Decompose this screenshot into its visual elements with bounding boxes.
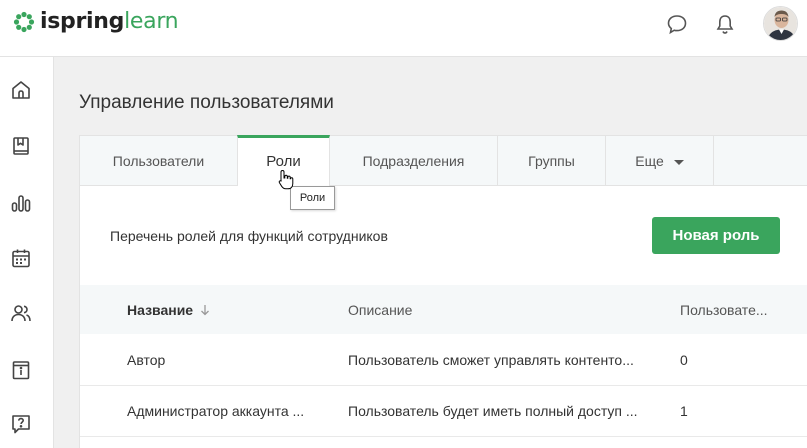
table-header: Название Описание Пользовате... xyxy=(80,285,807,334)
chat-icon[interactable] xyxy=(666,11,688,37)
column-header-description[interactable]: Описание xyxy=(348,285,412,334)
role-description: Пользователь сможет управлять контенто..… xyxy=(348,352,634,368)
tab-departments[interactable]: Подразделения xyxy=(330,136,498,186)
book-icon[interactable] xyxy=(9,134,33,158)
new-role-button[interactable]: Новая роль xyxy=(652,217,780,254)
users-icon[interactable] xyxy=(9,301,33,325)
table-row[interactable]: Администратор аккаунта ... Пользователь … xyxy=(80,386,807,437)
tab-more[interactable]: Еще xyxy=(606,136,714,186)
roles-description: Перечень ролей для функций сотрудников xyxy=(110,228,388,244)
calendar-icon[interactable] xyxy=(9,246,33,270)
role-name: Автор xyxy=(127,352,166,368)
tab-bar: Пользователи Роли Подразделения Группы Е… xyxy=(80,135,807,186)
sort-arrow-down-icon[interactable] xyxy=(200,304,210,316)
role-users-count: 0 xyxy=(680,352,688,368)
tab-users[interactable]: Пользователи xyxy=(80,136,238,186)
column-header-users[interactable]: Пользовате... xyxy=(680,285,768,334)
role-users-count: 1 xyxy=(680,403,688,419)
hand-cursor-icon xyxy=(278,169,294,191)
table-row[interactable]: Автор Пользователь сможет управлять конт… xyxy=(80,335,807,386)
tab-tooltip: Роли xyxy=(290,186,335,210)
logo-mark-icon xyxy=(13,11,35,33)
logo-text: ispringlearn xyxy=(40,9,179,34)
caret-down-icon xyxy=(673,159,684,165)
top-bar: ispringlearn xyxy=(0,0,807,57)
role-name: Администратор аккаунта ... xyxy=(127,403,305,419)
column-header-name[interactable]: Название xyxy=(127,285,210,334)
sidebar xyxy=(0,57,54,448)
tab-groups[interactable]: Группы xyxy=(498,136,606,186)
column-header-name-label: Название xyxy=(127,301,194,318)
roles-card: Пользователи Роли Подразделения Группы Е… xyxy=(79,135,807,448)
ispring-learn-logo[interactable]: ispringlearn xyxy=(13,8,179,36)
role-description: Пользователь будет иметь полный доступ .… xyxy=(348,403,638,419)
info-icon[interactable] xyxy=(9,358,33,382)
avatar[interactable] xyxy=(763,6,798,41)
page-title: Управление пользователями xyxy=(79,92,334,113)
reports-icon[interactable] xyxy=(9,191,33,215)
tab-more-label: Еще xyxy=(635,153,664,169)
help-icon[interactable] xyxy=(9,412,33,436)
home-icon[interactable] xyxy=(9,78,33,102)
bell-icon[interactable] xyxy=(714,11,736,37)
